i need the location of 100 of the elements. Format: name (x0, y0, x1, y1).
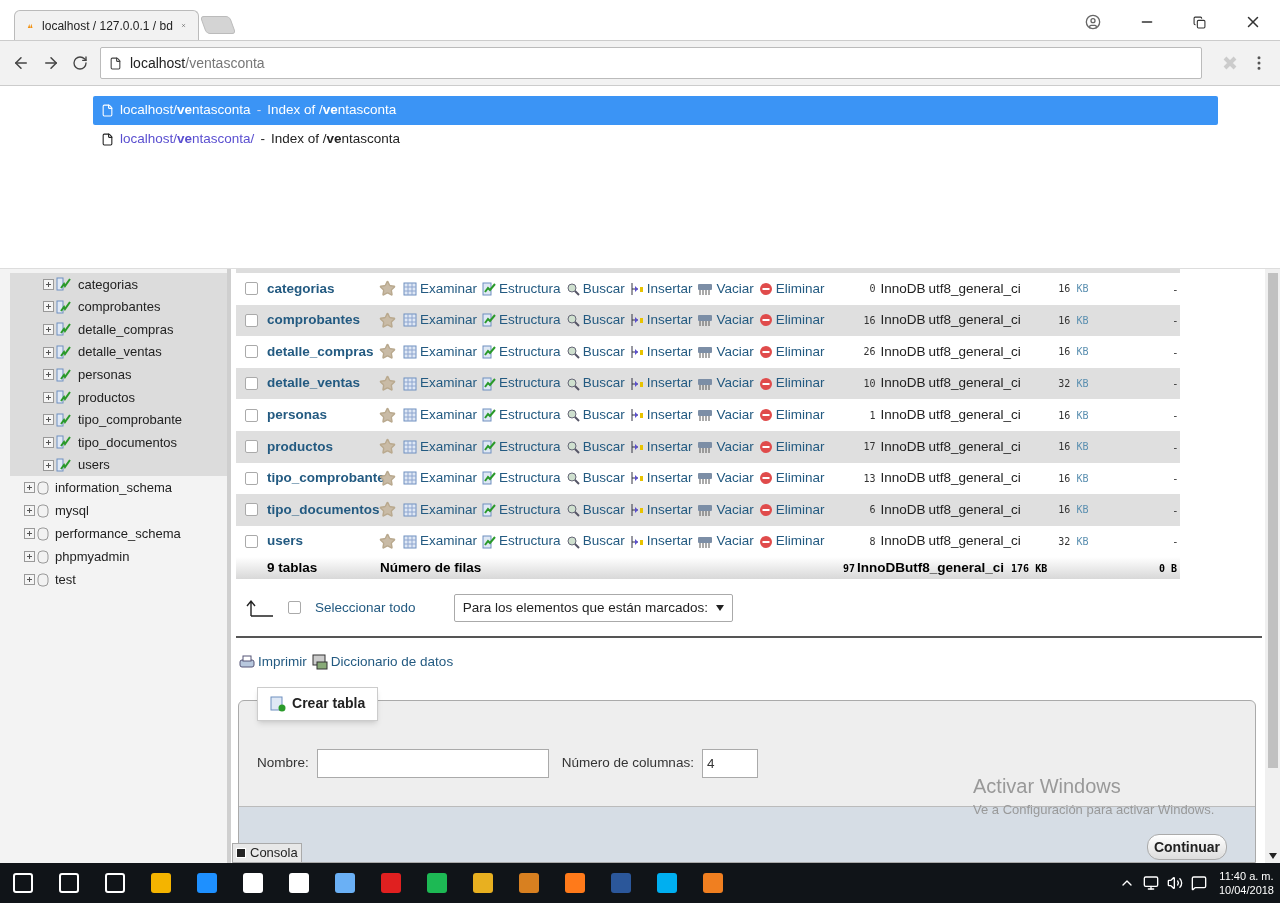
notification-icon[interactable] (1190, 875, 1207, 891)
new-tab-button[interactable] (199, 16, 237, 34)
restore-icon[interactable] (1193, 15, 1206, 29)
checkbox[interactable] (245, 377, 259, 391)
action-link[interactable]: Buscar (565, 468, 625, 489)
forward-icon[interactable] (42, 54, 60, 72)
action-link[interactable]: Buscar (565, 310, 625, 331)
scrollbar[interactable] (1265, 269, 1280, 863)
table-name-link[interactable]: categorias (267, 278, 380, 299)
action-link[interactable]: Eliminar (758, 499, 825, 521)
action-link[interactable]: Examinar (403, 278, 478, 299)
action-link[interactable]: Eliminar (758, 341, 825, 363)
action-link[interactable]: Eliminar (758, 468, 825, 489)
table-label[interactable]: personas (78, 364, 132, 385)
speaker-icon[interactable] (1166, 875, 1183, 891)
action-link[interactable]: Insertar (629, 531, 693, 552)
reload-icon[interactable] (72, 55, 88, 71)
expand-icon[interactable] (43, 324, 54, 335)
action-link[interactable]: Eliminar (758, 531, 825, 552)
table-name-link[interactable]: detalle_compras (267, 341, 380, 363)
expand-icon[interactable] (24, 482, 35, 494)
action-link[interactable]: Insertar (629, 278, 693, 299)
action-link[interactable]: Eliminar (758, 278, 825, 299)
checkbox[interactable] (245, 471, 259, 485)
table-name-link[interactable]: productos (267, 436, 380, 457)
table-label[interactable]: detalle_ventas (78, 342, 162, 362)
action-link[interactable]: Examinar (403, 468, 478, 489)
action-link[interactable]: Buscar (565, 373, 625, 394)
action-link[interactable]: Eliminar (758, 310, 825, 331)
expand-icon[interactable] (43, 459, 54, 471)
action-link[interactable]: Eliminar (758, 405, 825, 426)
star-icon[interactable] (379, 311, 397, 329)
expand-icon[interactable] (24, 528, 35, 540)
action-link[interactable]: Insertar (629, 405, 693, 426)
table-name-link[interactable]: detalle_ventas (267, 373, 380, 394)
expand-icon[interactable] (43, 301, 54, 313)
network-icon[interactable] (1142, 875, 1159, 891)
table-label[interactable]: tipo_comprobante (78, 410, 183, 430)
address-bar[interactable]: localhost/ventasconta (100, 47, 1202, 79)
star-icon[interactable] (379, 438, 397, 456)
action-link[interactable]: Insertar (629, 341, 693, 363)
table-label[interactable]: categorias (78, 274, 138, 295)
action-link[interactable]: Insertar (629, 373, 693, 394)
action-link[interactable]: Insertar (629, 436, 693, 457)
action-link[interactable]: Vaciar (697, 499, 754, 521)
continue-button[interactable]: Continuar (1146, 834, 1228, 860)
scroll-down-icon[interactable] (1268, 853, 1277, 859)
action-link[interactable]: Vaciar (697, 373, 754, 394)
expand-icon[interactable] (43, 369, 54, 381)
checkbox[interactable] (245, 503, 259, 517)
action-link[interactable]: Examinar (403, 341, 478, 363)
star-icon[interactable] (379, 375, 397, 393)
table-label[interactable]: comprobantes (78, 297, 161, 317)
action-link[interactable]: Buscar (565, 341, 625, 363)
action-link[interactable]: Buscar (565, 278, 625, 299)
table-label[interactable]: productos (78, 387, 136, 407)
name-input[interactable] (316, 748, 549, 778)
checkbox[interactable] (245, 345, 259, 359)
action-link[interactable]: Vaciar (697, 310, 754, 331)
action-link[interactable]: Estructura (482, 405, 561, 426)
action-link[interactable]: Estructura (482, 278, 561, 299)
browser-tab[interactable]: localhost / 127.0.0.1 / bd (14, 10, 199, 40)
table-label[interactable]: users (78, 455, 110, 475)
suggestion-item[interactable]: localhost/ventasconta/ - Index of /ventasconta (93, 125, 1218, 154)
table-label[interactable]: tipo_documentos (78, 432, 177, 453)
star-icon[interactable] (379, 280, 397, 298)
database-label[interactable]: information_schema (55, 478, 173, 498)
star-icon[interactable] (379, 533, 397, 551)
action-link[interactable]: Estructura (482, 436, 561, 457)
expand-icon[interactable] (24, 574, 35, 586)
action-link[interactable]: Examinar (403, 499, 478, 521)
action-link[interactable]: Examinar (403, 373, 478, 394)
account-icon[interactable] (1085, 14, 1101, 30)
action-link[interactable]: Buscar (565, 499, 625, 521)
database-label[interactable]: phpmyadmin (55, 547, 130, 567)
action-link[interactable]: Vaciar (697, 468, 754, 489)
action-link[interactable]: Estructura (482, 341, 561, 363)
action-link[interactable]: Vaciar (697, 405, 754, 426)
expand-icon[interactable] (43, 436, 54, 448)
action-link[interactable]: Estructura (482, 373, 561, 394)
bulk-action-dropdown[interactable]: Para los elementos que están marcados: (453, 593, 734, 622)
action-link[interactable]: Insertar (629, 468, 693, 489)
action-link[interactable]: Vaciar (697, 436, 754, 457)
database-label[interactable]: test (55, 570, 76, 590)
action-link[interactable]: Estructura (482, 468, 561, 489)
page-link[interactable]: Imprimir (238, 651, 307, 673)
expand-icon[interactable] (43, 346, 54, 358)
star-icon[interactable] (379, 343, 397, 361)
action-link[interactable]: Buscar (565, 405, 625, 426)
action-link[interactable]: Insertar (629, 499, 693, 521)
expand-icon[interactable] (43, 391, 54, 403)
dropdown-arrow-icon[interactable] (716, 604, 725, 611)
action-link[interactable]: Eliminar (758, 373, 825, 394)
expand-icon[interactable] (24, 551, 35, 563)
action-link[interactable]: Buscar (565, 531, 625, 552)
action-link[interactable]: Examinar (403, 310, 478, 331)
action-link[interactable]: Examinar (403, 436, 478, 457)
checkbox[interactable] (245, 535, 259, 549)
page-link[interactable]: Diccionario de datos (310, 651, 454, 673)
action-link[interactable]: Estructura (482, 310, 561, 331)
